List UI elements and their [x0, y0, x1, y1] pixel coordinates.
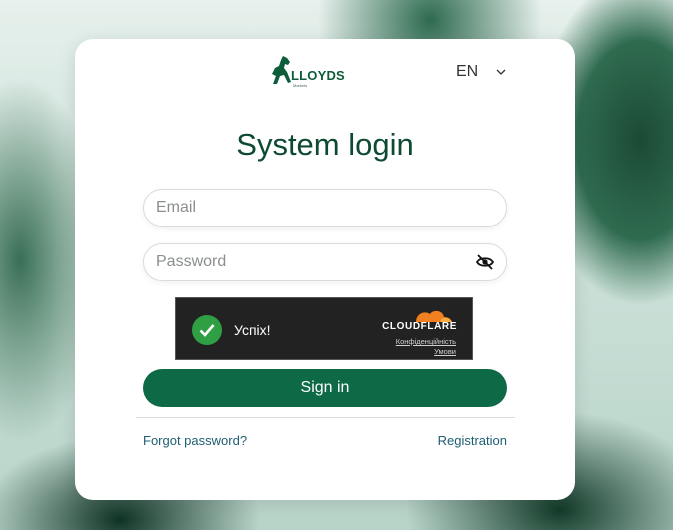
email-field — [143, 189, 507, 227]
logo-subtext: Markets — [293, 83, 308, 88]
divider — [136, 417, 515, 418]
language-selector[interactable]: EN — [456, 63, 506, 81]
privacy-link[interactable]: Конфіденційність — [396, 337, 456, 347]
terms-link[interactable]: Умови — [396, 347, 456, 357]
check-icon — [199, 324, 215, 337]
forgot-password-link[interactable]: Forgot password? — [143, 433, 247, 448]
password-input[interactable] — [144, 244, 476, 280]
eye-off-icon[interactable] — [476, 254, 494, 270]
logo-text: LLOYDS — [291, 68, 345, 83]
sign-in-button[interactable]: Sign in — [143, 369, 507, 407]
brand-logo: LLOYDS Markets — [269, 54, 349, 90]
success-badge — [192, 315, 222, 345]
cloudflare-captcha: Успіх! CLOUDFLARE Конфіденційність Умови — [175, 297, 473, 360]
cloudflare-brand: CLOUDFLARE — [382, 321, 457, 332]
email-input[interactable] — [144, 190, 476, 226]
chevron-down-icon — [496, 69, 506, 75]
password-field — [143, 243, 507, 281]
language-label: EN — [456, 63, 479, 80]
login-card: LLOYDS Markets EN System login Успіх! — [75, 39, 575, 500]
registration-link[interactable]: Registration — [438, 433, 507, 448]
captcha-status: Успіх! — [234, 322, 271, 338]
captcha-links: Конфіденційність Умови — [396, 337, 456, 357]
page-title: System login — [236, 127, 414, 162]
